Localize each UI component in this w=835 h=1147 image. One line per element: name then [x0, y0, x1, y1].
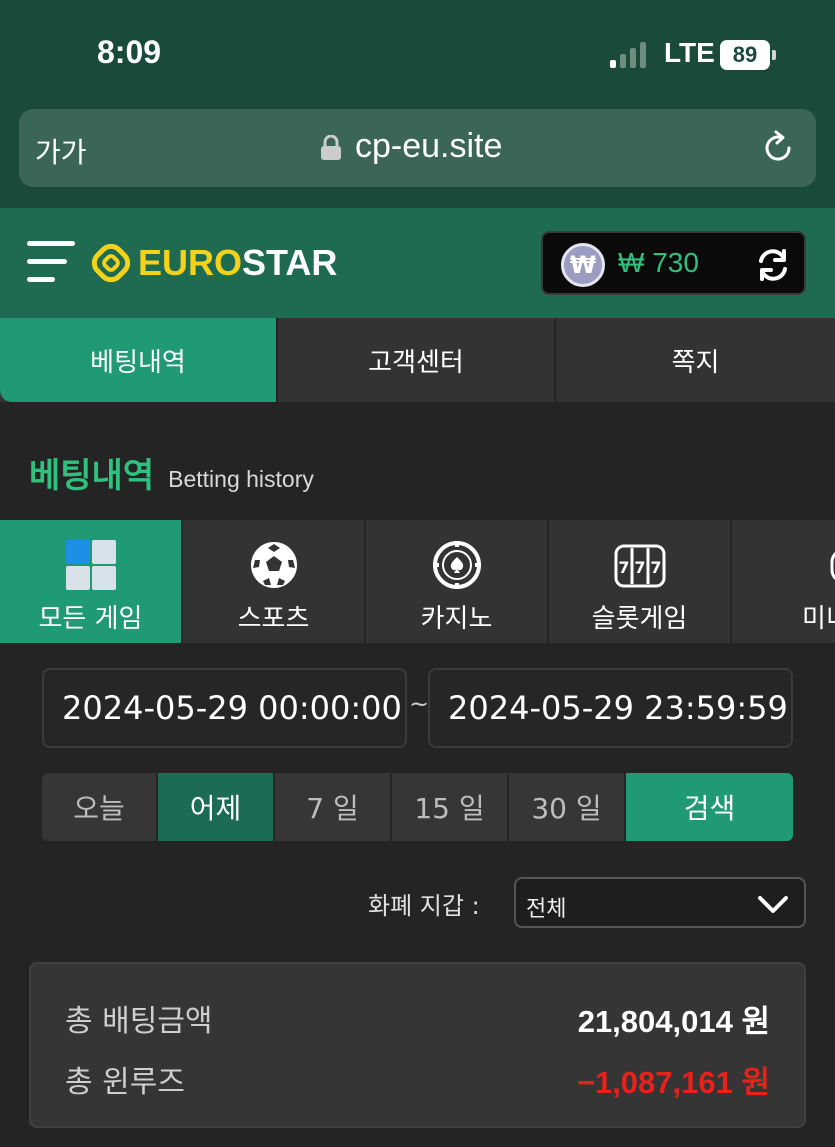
tab-betting-history[interactable]: 베팅내역: [0, 318, 278, 402]
tab-messages[interactable]: 쪽지: [556, 318, 835, 402]
won-coin-icon: ₩: [561, 243, 605, 287]
reload-icon[interactable]: [759, 129, 797, 167]
category-mini[interactable]: 미니: [732, 520, 835, 643]
total-winloss-value: −1,087,161 원: [576, 1065, 770, 1100]
text-size-button[interactable]: 가가: [35, 131, 87, 171]
category-label: 미니: [802, 604, 835, 634]
category-label: 카지노: [420, 604, 493, 634]
logo-text-white: STAR: [242, 242, 338, 283]
category-label: 스포츠: [237, 604, 310, 634]
battery-tip: [772, 50, 776, 60]
category-label: 모든 게임: [38, 604, 143, 634]
category-sports[interactable]: 스포츠: [183, 520, 366, 643]
wallet-selected-value: 전체: [526, 897, 567, 922]
page-subtitle: Betting history: [168, 466, 314, 492]
start-date-input[interactable]: 2024-05-29 00:00:00: [42, 668, 407, 748]
gamepad-icon: [830, 551, 835, 581]
category-all-games[interactable]: 모든 게임: [0, 520, 183, 643]
url-text[interactable]: cp-eu.site: [355, 127, 502, 166]
end-date-input[interactable]: 2024-05-29 23:59:59: [428, 668, 793, 748]
search-button[interactable]: 검색: [626, 773, 793, 841]
section-title: 베팅내역 Betting history: [29, 448, 314, 497]
logo-text: EUROSTAR: [138, 242, 337, 284]
logo-mark-icon: [91, 243, 131, 283]
signal-icon: [610, 42, 646, 68]
network-label: LTE: [664, 37, 715, 68]
category-casino[interactable]: 카지노: [366, 520, 549, 643]
total-bet-value: 21,804,014 원: [577, 1004, 770, 1039]
all-games-icon: [65, 540, 116, 590]
range-yesterday-button[interactable]: 어제: [158, 773, 275, 841]
eurostar-logo[interactable]: EUROSTAR: [90, 241, 337, 285]
casino-chip-icon: [432, 541, 481, 589]
range-today-button[interactable]: 오늘: [42, 773, 158, 841]
range-7days-button[interactable]: 7 일: [275, 773, 392, 841]
soccer-ball-icon: [250, 542, 297, 588]
range-15days-button[interactable]: 15 일: [392, 773, 509, 841]
balance-box: ₩ ₩ 730: [541, 231, 806, 295]
address-bar[interactable]: 가가 cp-eu.site: [19, 109, 816, 187]
page-title: 베팅내역: [29, 456, 155, 496]
status-time: 8:09: [97, 34, 162, 70]
total-bet-label: 총 배팅금액: [65, 1004, 213, 1039]
wallet-label: 화폐 지갑 :: [368, 892, 480, 920]
battery-icon: 89: [720, 40, 770, 70]
site-header: EUROSTAR ₩ ₩ 730: [0, 208, 835, 318]
summary-card: 총 배팅금액 21,804,014 원 총 윈루즈 −1,087,161 원: [29, 962, 806, 1128]
refresh-balance-icon[interactable]: [753, 245, 793, 285]
svg-text:7: 7: [650, 558, 661, 577]
date-separator: ~: [409, 690, 430, 718]
svg-text:7: 7: [634, 558, 645, 577]
logo-text-yellow: EURO: [138, 242, 243, 283]
category-slots[interactable]: 7 7 7 슬롯게임: [549, 520, 732, 643]
svg-text:7: 7: [618, 558, 629, 577]
category-tabs: 모든 게임 스포츠 카지노 7 7 7 슬롯게임 미: [0, 520, 835, 643]
hamburger-menu-icon[interactable]: [27, 241, 75, 285]
wallet-select[interactable]: 전체: [514, 877, 806, 928]
top-tabs: 베팅내역 고객센터 쪽지: [0, 318, 835, 402]
total-winloss-label: 총 윈루즈: [65, 1065, 185, 1100]
lock-icon: [321, 135, 341, 160]
ios-status-area: 8:09 LTE 89 가가 cp-eu.site: [0, 0, 835, 208]
tab-customer-center[interactable]: 고객센터: [278, 318, 556, 402]
range-30days-button[interactable]: 30 일: [509, 773, 626, 841]
category-label: 슬롯게임: [591, 604, 688, 634]
chevron-down-icon: [758, 896, 788, 913]
slot-machine-icon: 7 7 7: [614, 544, 665, 588]
balance-amount: ₩ 730: [618, 247, 699, 278]
